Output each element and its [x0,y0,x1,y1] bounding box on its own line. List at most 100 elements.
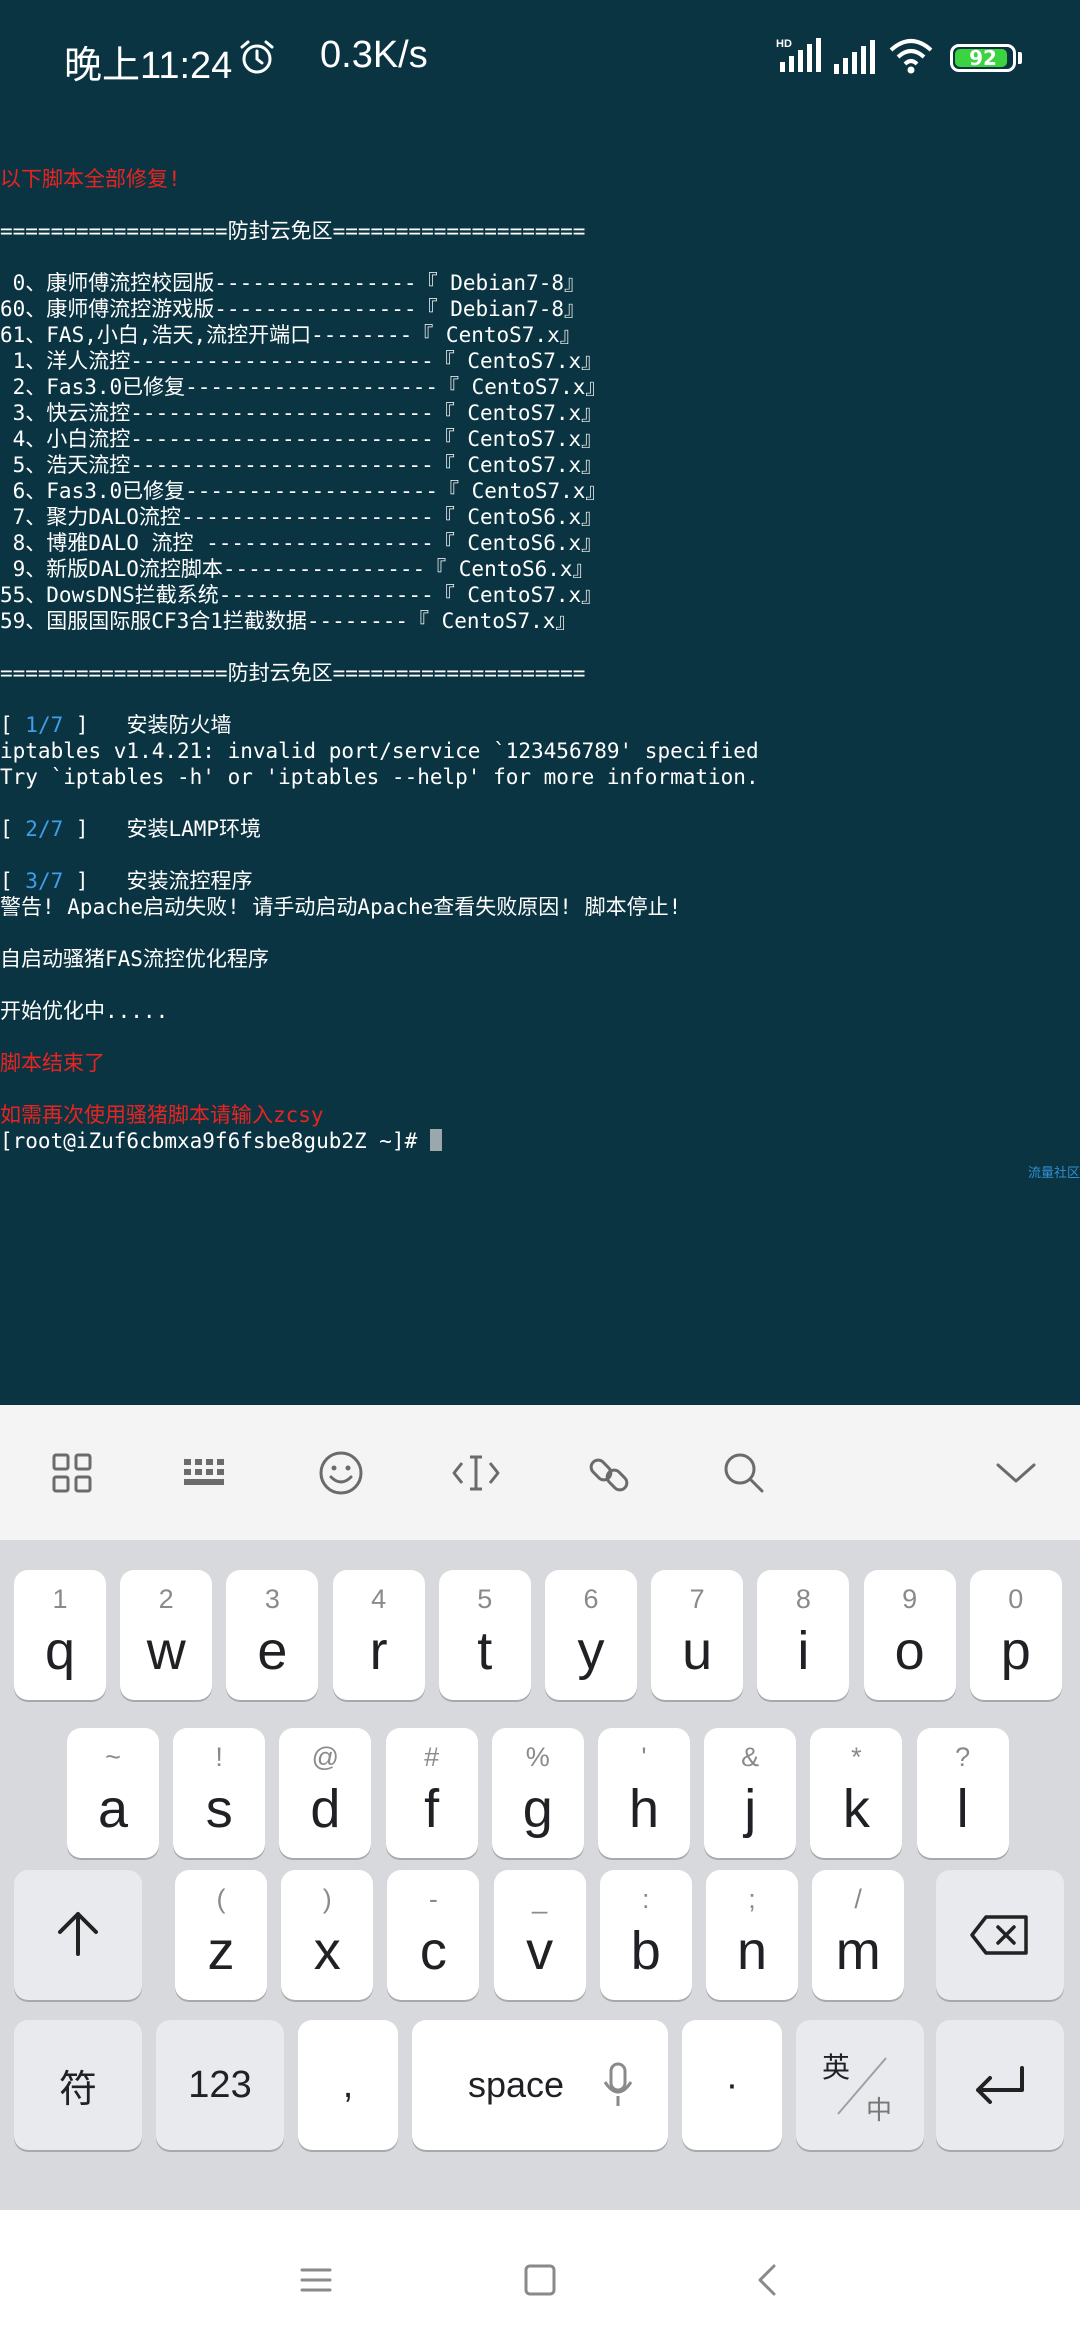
key-q[interactable]: 1q [14,1570,106,1700]
key-e[interactable]: 3e [226,1570,319,1700]
terminal-output[interactable]: 以下脚本全部修复! ==================防封云免区========… [0,140,1080,1154]
key-r[interactable]: 4r [332,1570,425,1700]
microphone-icon [603,2062,633,2106]
terminal-line-text: ==================防封云免区=================… [0,219,586,243]
terminal-line-text: 6、Fas3.0已修复--------------------『 CentoS7… [0,479,607,503]
backspace-key[interactable] [936,1870,1064,2000]
keyboard-icon[interactable] [178,1445,234,1501]
key-label: m [835,1921,881,1981]
key-s[interactable]: ! s [173,1728,266,1858]
key-o[interactable]: 9o [863,1570,956,1700]
shift-key[interactable] [14,1870,142,2000]
key-label: j [744,1779,757,1839]
collapse-chevron-icon[interactable] [988,1445,1044,1501]
key-hint: ; [748,1884,756,1914]
key-g[interactable]: % g [491,1728,584,1858]
key-label: c [419,1921,447,1981]
terminal-line: 自启动骚猪FAS流控优化程序 [0,946,1080,972]
key-d[interactable]: @ d [279,1728,372,1858]
terminal-line: [ 1/7 ] 安装防火墙 [0,712,1080,738]
key-c[interactable]: -c [387,1870,480,2000]
key-w[interactable]: 2w [120,1570,213,1700]
symbols-key[interactable]: 符 [14,2020,142,2150]
key-label: w [146,1621,186,1681]
navigation-bar [0,2210,1080,2340]
terminal-line: ==================防封云免区=================… [0,660,1080,686]
back-icon[interactable] [748,2260,788,2300]
terminal-line: ==================防封云免区=================… [0,218,1080,244]
terminal-line-text: [ [0,713,26,737]
clipboard-icon[interactable] [582,1445,638,1501]
terminal-line-text: 7、聚力DALO流控--------------------『 CentoS6.… [0,505,603,529]
status-bar: 晚上11:24 0.3K/s HD 92 [0,0,1080,118]
key-x[interactable]: ) x [281,1870,374,2000]
terminal-line-text: 如需再次使用骚猪脚本请输入zcsy [0,1103,324,1127]
key-f[interactable]: # f [385,1728,478,1858]
key-z[interactable]: (z [175,1870,267,2000]
terminal-line-text: 自启动骚猪FAS流控优化程序 [0,947,269,971]
key-v[interactable]: _ v [493,1870,586,2000]
key-m[interactable]: / m [812,1870,905,2000]
key-y[interactable]: 6y [545,1570,637,1700]
terminal-line-text: Try `iptables -h' or 'iptables --help' f… [0,765,759,789]
key-hint: 4 [371,1584,387,1614]
key-k[interactable]: * k [810,1728,903,1858]
key-label: i [797,1621,810,1681]
key-hint: 9 [902,1584,918,1614]
terminal-line: [root@iZuf6cbmxa9f6fsbe8gub2Z ~]# [0,1128,1080,1154]
key-hint: 0 [1008,1584,1024,1614]
key-label: v [526,1921,554,1981]
terminal-line: 0、康师傅流控校园版----------------『 Debian7-8』 [0,270,1080,296]
terminal-line-text: 61、FAS,小白,浩天,流控开端口--------『 CentoS7.x』 [0,323,581,347]
key-hint: _ [532,1884,548,1914]
key-h[interactable]: ' h [598,1728,690,1858]
terminal-line: [ 3/7 ] 安装流控程序 [0,868,1080,894]
terminal-line-text: 警告! Apache启动失败! 请手动启动Apache查看失败原因! 脚本停止! [0,895,682,919]
enter-key[interactable] [936,2020,1064,2150]
grid-icon[interactable] [44,1445,100,1501]
key-hint: 6 [583,1584,599,1614]
period-key[interactable]: · [682,2020,782,2150]
terminal-line: 59、国服国际服CF3合1拦截数据--------『 CentoS7.x』 [0,608,1080,634]
key-label: q [44,1621,76,1681]
watermark: 流量社区 [1028,1166,1080,1181]
signal-icon: HD [776,38,821,72]
signal-hd-label: HD [776,38,792,50]
key-label: o [894,1621,925,1681]
key-l[interactable]: ? l [916,1728,1009,1858]
key-n[interactable]: ; n [706,1870,798,2000]
terminal-line: Try `iptables -h' or 'iptables --help' f… [0,764,1080,790]
numbers-key[interactable]: 123 [156,2020,284,2150]
status-time: 晚上11:24 [64,45,233,87]
emoji-icon[interactable] [313,1445,369,1501]
space-key[interactable]: space [412,2020,668,2150]
comma-key[interactable]: , [298,2020,398,2150]
terminal-line: 4、小白流控------------------------『 CentoS7.… [0,426,1080,452]
key-j[interactable]: & j [704,1728,797,1858]
install-step-label: ] 安装防火墙 [63,713,232,737]
key-t[interactable]: 5t [438,1570,531,1700]
terminal-line: 以下脚本全部修复! [0,166,1080,192]
key-i[interactable]: 8i [757,1570,850,1700]
home-icon[interactable] [520,2260,560,2300]
lang-divider-icon [837,2057,887,2115]
key-label: n [736,1921,768,1981]
menu-icon[interactable] [296,2260,336,2300]
terminal-line-text: 55、DowsDNS拦截系统-----------------『 CentoS7… [0,583,603,607]
cursor-move-icon[interactable] [448,1445,504,1501]
terminal-line-text: ==================防封云免区=================… [0,661,586,685]
search-icon[interactable] [716,1445,772,1501]
terminal-line: 警告! Apache启动失败! 请手动启动Apache查看失败原因! 脚本停止! [0,894,1080,920]
key-u[interactable]: 7u [651,1570,744,1700]
comma-key-label: , [342,2063,354,2106]
key-p[interactable]: 0p [969,1570,1062,1700]
key-label: e [257,1621,288,1681]
key-label: g [522,1779,553,1839]
language-switch-key[interactable]: 英 中 [796,2020,924,2150]
key-b[interactable]: :b [599,1870,692,2000]
key-a[interactable]: ~ a [67,1728,159,1858]
